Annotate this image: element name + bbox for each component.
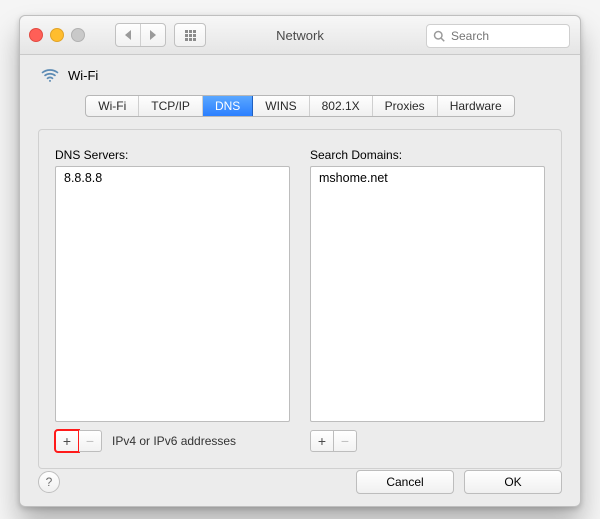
- dns-hint: IPv4 or IPv6 addresses: [112, 434, 236, 448]
- traffic-lights: [29, 28, 85, 42]
- tab-8021x[interactable]: 802.1X: [310, 96, 373, 116]
- search-domains-label: Search Domains:: [310, 148, 545, 162]
- remove-search-domain-button: −: [334, 430, 357, 452]
- tab-hardware[interactable]: Hardware: [438, 96, 514, 116]
- help-icon: ?: [46, 475, 53, 489]
- chevron-left-icon: [125, 30, 131, 40]
- minimize-icon[interactable]: [50, 28, 64, 42]
- add-search-domain-button[interactable]: +: [310, 430, 334, 452]
- preferences-window: Network Wi-Fi Wi-Fi TCP/IP DNS WINS: [19, 15, 581, 507]
- dns-pane: DNS Servers: 8.8.8.8 + −: [38, 129, 562, 469]
- help-button[interactable]: ?: [38, 471, 60, 493]
- search-input[interactable]: [449, 28, 548, 44]
- search-domains-list[interactable]: mshome.net: [310, 166, 545, 422]
- tab-wifi[interactable]: Wi-Fi: [86, 96, 139, 116]
- plus-icon: +: [318, 433, 326, 449]
- wifi-icon: [40, 65, 60, 85]
- search-icon: [433, 30, 445, 42]
- cancel-button[interactable]: Cancel: [356, 470, 454, 494]
- forward-button[interactable]: [141, 24, 165, 46]
- connection-header: Wi-Fi: [20, 55, 580, 85]
- search-field[interactable]: [426, 24, 570, 48]
- dns-servers-column: DNS Servers: 8.8.8.8 + −: [55, 148, 290, 452]
- show-all-button[interactable]: [174, 23, 206, 47]
- tab-wins[interactable]: WINS: [253, 96, 309, 116]
- bottom-bar: ? Cancel OK: [38, 470, 562, 494]
- chevron-right-icon: [150, 30, 156, 40]
- connection-name: Wi-Fi: [68, 68, 98, 83]
- ok-button[interactable]: OK: [464, 470, 562, 494]
- nav-segmented: [115, 23, 166, 47]
- list-item[interactable]: 8.8.8.8: [56, 167, 289, 189]
- toolbar-nav: [115, 23, 206, 47]
- add-dns-server-button[interactable]: +: [55, 430, 79, 452]
- back-button[interactable]: [116, 24, 141, 46]
- plus-icon: +: [63, 433, 71, 449]
- dns-servers-list[interactable]: 8.8.8.8: [55, 166, 290, 422]
- tab-bar: Wi-Fi TCP/IP DNS WINS 802.1X Proxies Har…: [20, 95, 580, 117]
- titlebar: Network: [20, 16, 580, 55]
- minus-icon: −: [341, 433, 349, 449]
- search-domains-column: Search Domains: mshome.net + −: [310, 148, 545, 452]
- grid-icon: [185, 30, 196, 41]
- zoom-icon: [71, 28, 85, 42]
- list-item[interactable]: mshome.net: [311, 167, 544, 189]
- tab-dns[interactable]: DNS: [203, 96, 253, 116]
- minus-icon: −: [86, 433, 94, 449]
- tab-proxies[interactable]: Proxies: [373, 96, 438, 116]
- tab-tcpip[interactable]: TCP/IP: [139, 96, 203, 116]
- close-icon[interactable]: [29, 28, 43, 42]
- dns-servers-label: DNS Servers:: [55, 148, 290, 162]
- remove-dns-server-button: −: [79, 430, 102, 452]
